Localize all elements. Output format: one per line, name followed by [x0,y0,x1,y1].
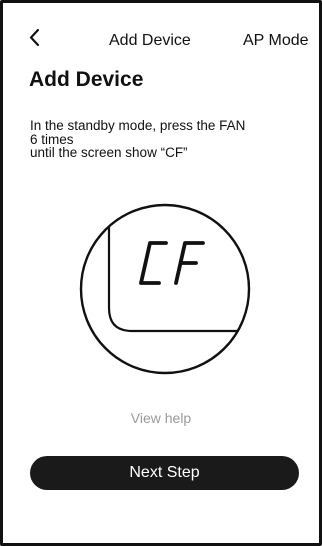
page-title: Add Device [29,68,144,91]
instruction-line: until the screen show “CF” [30,145,188,160]
next-step-label: Next Step [129,464,200,481]
display-magnifier-icon: CF [79,203,251,375]
back-button[interactable] [25,26,45,50]
phone-screen: Add Device AP Mode Add Device In the sta… [0,0,322,546]
instruction-line: In the standby mode, press the FAN [30,118,246,133]
view-help-link[interactable]: View help [3,410,319,426]
nav-bar: Add Device AP Mode [3,3,319,53]
device-display-illustration: CF [79,203,251,375]
cf-segment-display [139,241,205,285]
instruction-text: In the standby mode, press the FAN 6 tim… [30,119,300,160]
display-code: CF [165,288,168,290]
nav-title: Add Device [109,32,191,49]
next-step-button[interactable]: Next Step [30,456,299,490]
chevron-left-icon [29,28,40,47]
ap-mode-link[interactable]: AP Mode [243,32,309,50]
instruction-line: 6 times [30,131,74,147]
